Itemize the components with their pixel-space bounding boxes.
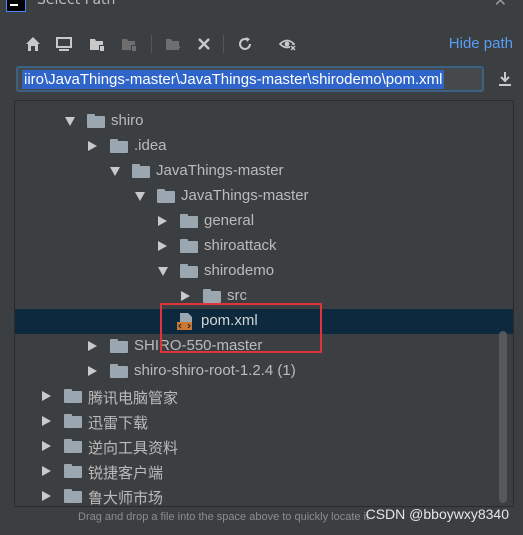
module-folder-icon[interactable] xyxy=(119,34,139,54)
project-folder-icon[interactable] xyxy=(87,34,107,54)
folder-icon xyxy=(110,139,128,153)
folder-icon xyxy=(64,439,82,453)
folder-icon xyxy=(180,264,198,278)
tree-item-label: src xyxy=(227,287,247,304)
tree-item-label: 锐捷客户端 xyxy=(88,465,164,482)
tree-item-label: JavaThings-master xyxy=(156,162,284,179)
tree-folder-row[interactable]: 锐捷客户端 xyxy=(15,459,513,484)
collapse-arrow-icon[interactable] xyxy=(181,291,190,301)
watermark: CSDN @bboywxy8340 xyxy=(365,506,509,522)
tree-folder-row[interactable]: JavaThings-master xyxy=(15,184,513,209)
path-input-text: iiro\JavaThings-master\JavaThings-master… xyxy=(22,70,445,89)
path-input[interactable]: iiro\JavaThings-master\JavaThings-master… xyxy=(16,66,484,92)
collapse-arrow-icon[interactable] xyxy=(42,391,51,401)
tree-folder-row[interactable]: 鲁大师市场 xyxy=(15,484,513,507)
desktop-icon[interactable] xyxy=(54,34,74,54)
show-hidden-icon[interactable] xyxy=(278,34,298,54)
folder-icon xyxy=(87,114,105,128)
tree-item-label: shiro xyxy=(111,112,144,129)
tree-item-label: 腾讯电脑管家 xyxy=(88,390,179,407)
tree-folder-row[interactable]: 逆向工具资料 xyxy=(15,434,513,459)
download-icon[interactable] xyxy=(496,70,514,88)
tree-item-label: shiroattack xyxy=(204,237,277,254)
toolbar: Hide path xyxy=(0,30,523,58)
folder-icon xyxy=(110,364,128,378)
tree-folder-row[interactable]: .idea xyxy=(15,134,513,159)
drag-drop-hint: Drag and drop a file into the space abov… xyxy=(78,511,370,523)
tree-folder-row[interactable]: shirodemo xyxy=(15,259,513,284)
collapse-arrow-icon[interactable] xyxy=(88,366,97,376)
tree-item-label: JavaThings-master xyxy=(181,187,309,204)
folder-icon xyxy=(180,214,198,228)
title-bar: Select Path ✕ xyxy=(0,0,523,14)
folder-icon xyxy=(157,189,175,203)
folder-icon xyxy=(64,414,82,428)
tree-folder-row[interactable]: shiroattack xyxy=(15,234,513,259)
tree-item-label: 鲁大师市场 xyxy=(88,490,164,507)
close-icon[interactable]: ✕ xyxy=(494,0,507,10)
tree-folder-row[interactable]: shiro-shiro-root-1.2.4 (1) xyxy=(15,359,513,384)
folder-icon xyxy=(132,164,150,178)
collapse-arrow-icon[interactable] xyxy=(88,141,97,151)
collapse-arrow-icon[interactable] xyxy=(158,241,167,251)
tree-folder-row[interactable]: 腾讯电脑管家 xyxy=(15,384,513,409)
scrollbar[interactable] xyxy=(499,331,507,503)
delete-icon[interactable] xyxy=(194,34,214,54)
tree-folder-row[interactable]: shiro xyxy=(15,109,513,134)
toolbar-separator xyxy=(223,35,224,53)
expand-arrow-icon[interactable] xyxy=(65,117,75,126)
collapse-arrow-icon[interactable] xyxy=(42,416,51,426)
tree-folder-row[interactable]: 迅雷下载 xyxy=(15,409,513,434)
tree-item-label: 迅雷下载 xyxy=(88,415,149,432)
collapse-arrow-icon[interactable] xyxy=(42,466,51,476)
highlight-box xyxy=(160,303,322,353)
expand-arrow-icon[interactable] xyxy=(135,192,145,201)
expand-arrow-icon[interactable] xyxy=(110,167,120,176)
collapse-arrow-icon[interactable] xyxy=(158,216,167,226)
toolbar-separator xyxy=(151,35,152,53)
folder-icon xyxy=(110,339,128,353)
tree-item-label: general xyxy=(204,212,255,229)
tree-folder-row[interactable]: JavaThings-master xyxy=(15,159,513,184)
folder-icon xyxy=(180,239,198,253)
folder-icon xyxy=(64,464,82,478)
tree-item-label: shiro-shiro-root-1.2.4 (1) xyxy=(134,362,296,379)
folder-icon xyxy=(64,389,82,403)
tree-folder-row[interactable]: general xyxy=(15,209,513,234)
hide-path-link[interactable]: Hide path xyxy=(449,35,513,52)
collapse-arrow-icon[interactable] xyxy=(42,441,51,451)
expand-arrow-icon[interactable] xyxy=(158,267,168,276)
new-folder-icon[interactable] xyxy=(163,34,183,54)
app-logo-icon xyxy=(6,0,26,12)
tree-item-label: .idea xyxy=(134,137,167,154)
home-icon[interactable] xyxy=(23,34,43,54)
tree-item-label: 逆向工具资料 xyxy=(88,440,179,457)
window-title: Select Path xyxy=(37,0,116,8)
collapse-arrow-icon[interactable] xyxy=(88,341,97,351)
collapse-arrow-icon[interactable] xyxy=(42,491,51,501)
folder-icon xyxy=(203,289,221,303)
tree-item-label: shirodemo xyxy=(204,262,275,279)
refresh-icon[interactable] xyxy=(235,34,255,54)
folder-icon xyxy=(64,489,82,503)
